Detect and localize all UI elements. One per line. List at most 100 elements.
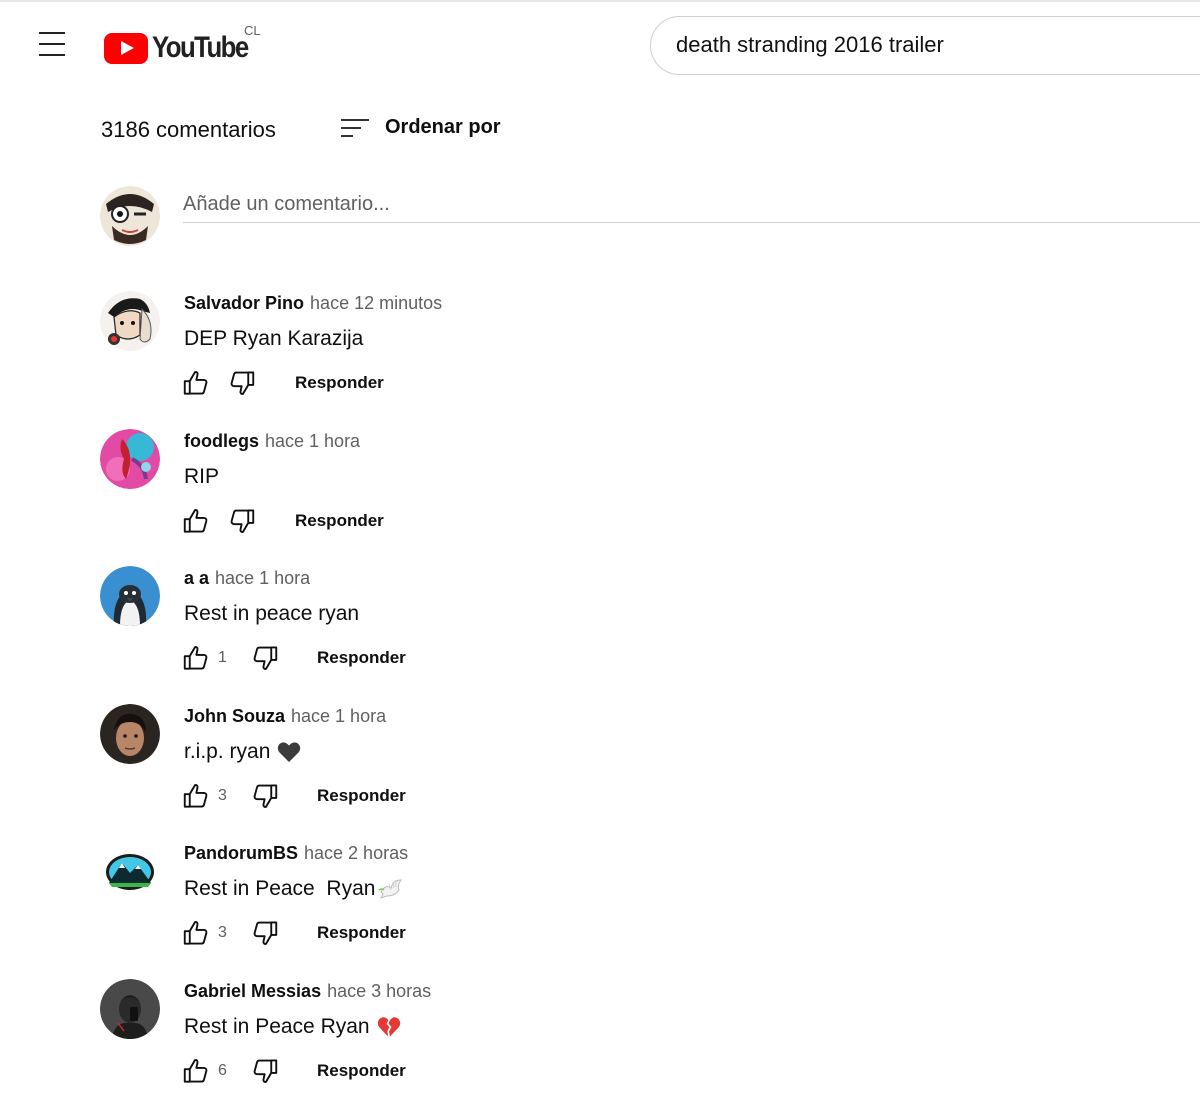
thumb-up-icon	[181, 781, 211, 811]
comment-author[interactable]: Salvador Pino	[184, 293, 304, 313]
comment-body: Rest in peace ryan	[184, 602, 360, 625]
comment-body: RIP	[184, 465, 220, 488]
like-button[interactable]	[180, 917, 212, 949]
dove-icon	[379, 879, 403, 899]
thumb-down-icon	[250, 918, 280, 948]
comment-time[interactable]: hace 1 hora	[215, 568, 310, 588]
comment-body: Rest in Peace Ryan	[184, 1015, 370, 1038]
like-button[interactable]	[180, 505, 212, 537]
thumb-up-icon	[181, 368, 211, 398]
add-comment-input[interactable]	[183, 187, 1200, 223]
comment-item: Gabriel Messias hace 3 horas Rest in Peac…	[100, 979, 1100, 1099]
sort-icon	[341, 117, 369, 139]
hamburger-menu-icon[interactable]	[36, 32, 68, 58]
comment-item: John Souza hace 1 hora r.i.p. ryan 3 Resp…	[100, 704, 1100, 824]
thumb-up-icon	[181, 1056, 211, 1086]
dislike-button[interactable]	[249, 917, 281, 949]
comment-text: r.i.p. ryan	[184, 740, 302, 764]
comment-actions: Responder	[180, 505, 384, 537]
dislike-button[interactable]	[226, 505, 258, 537]
user-avatar[interactable]	[100, 186, 160, 246]
comment-header: Salvador Pino hace 12 minutos	[184, 293, 442, 314]
comment-actions: 6 Responder	[180, 1055, 406, 1087]
commenter-avatar[interactable]	[100, 291, 160, 351]
comment-item: foodlegs hace 1 hora RIP Responder	[100, 429, 1100, 549]
comment-author[interactable]: a a	[184, 568, 209, 588]
comment-text: Rest in Peace Ryan	[184, 1015, 402, 1039]
search-input[interactable]	[676, 32, 1196, 58]
comment-text: Rest in Peace Ryan	[184, 877, 403, 901]
reply-button[interactable]: Responder	[295, 373, 384, 393]
comment-text: DEP Ryan Karazija	[184, 327, 363, 351]
comment-text: Rest in peace ryan	[184, 602, 359, 626]
commenter-avatar[interactable]	[100, 429, 160, 489]
like-button[interactable]	[180, 1055, 212, 1087]
like-button[interactable]	[180, 780, 212, 812]
like-button[interactable]	[180, 367, 212, 399]
comment-text: RIP	[184, 465, 219, 489]
thumb-up-icon	[181, 506, 211, 536]
logo-text: YouTube	[152, 31, 249, 64]
black-heart-icon	[278, 742, 301, 762]
comment-header: Gabriel Messias hace 3 horas	[184, 981, 431, 1002]
sort-label: Ordenar por	[385, 116, 501, 138]
comment-item: PandorumBS hace 2 horas Rest in Peace Rya…	[100, 841, 1100, 961]
dislike-button[interactable]	[249, 1055, 281, 1087]
comment-time[interactable]: hace 12 minutos	[310, 293, 442, 313]
thumb-up-icon	[181, 918, 211, 948]
like-count: 6	[218, 1062, 227, 1079]
comments-header: 3186 comentarios Ordenar por	[101, 116, 501, 143]
thumb-down-icon	[227, 368, 257, 398]
comment-author[interactable]: Gabriel Messias	[184, 981, 321, 1001]
country-code: CL	[244, 23, 261, 38]
comment-time[interactable]: hace 1 hora	[265, 431, 360, 451]
comment-author[interactable]: foodlegs	[184, 431, 259, 451]
comment-header: a a hace 1 hora	[184, 568, 310, 589]
youtube-play-icon	[104, 32, 148, 64]
sort-button[interactable]: Ordenar por	[341, 116, 501, 139]
thumb-down-icon	[250, 643, 280, 673]
comment-header: John Souza hace 1 hora	[184, 706, 386, 727]
thumb-up-icon	[181, 643, 211, 673]
comment-time[interactable]: hace 2 horas	[304, 843, 408, 863]
like-count: 1	[218, 649, 227, 666]
comment-item: a a hace 1 hora Rest in peace ryan 1 Resp…	[100, 566, 1100, 686]
thumb-down-icon	[250, 781, 280, 811]
comment-actions: Responder	[180, 367, 384, 399]
comment-time[interactable]: hace 1 hora	[291, 706, 386, 726]
thumb-down-icon	[227, 506, 257, 536]
comment-header: PandorumBS hace 2 horas	[184, 843, 408, 864]
commenter-avatar[interactable]	[100, 566, 160, 626]
like-count: 3	[218, 787, 227, 804]
comment-actions: 1 Responder	[180, 642, 406, 674]
comment-author[interactable]: PandorumBS	[184, 843, 298, 863]
commenter-avatar[interactable]	[100, 841, 160, 901]
search-box[interactable]	[650, 16, 1200, 75]
dislike-button[interactable]	[249, 642, 281, 674]
comment-time[interactable]: hace 3 horas	[327, 981, 431, 1001]
reply-button[interactable]: Responder	[295, 511, 384, 531]
comment-actions: 3 Responder	[180, 780, 406, 812]
comment-body: Rest in Peace Ryan	[184, 877, 376, 900]
reply-button[interactable]: Responder	[317, 786, 406, 806]
dislike-button[interactable]	[226, 367, 258, 399]
comment-header: foodlegs hace 1 hora	[184, 431, 360, 452]
broken-heart-icon	[377, 1017, 400, 1037]
like-button[interactable]	[180, 642, 212, 674]
comment-author[interactable]: John Souza	[184, 706, 285, 726]
commenter-avatar[interactable]	[100, 979, 160, 1039]
dislike-button[interactable]	[249, 780, 281, 812]
comment-item: Salvador Pino hace 12 minutos DEP Ryan Ka…	[100, 291, 1100, 411]
thumb-down-icon	[250, 1056, 280, 1086]
reply-button[interactable]: Responder	[317, 648, 406, 668]
reply-button[interactable]: Responder	[317, 923, 406, 943]
comment-count: 3186 comentarios	[101, 117, 276, 142]
youtube-logo[interactable]: YouTube	[104, 28, 263, 68]
comment-body: DEP Ryan Karazija	[184, 327, 364, 350]
like-count: 3	[218, 924, 227, 941]
commenter-avatar[interactable]	[100, 704, 160, 764]
reply-button[interactable]: Responder	[317, 1061, 406, 1081]
comment-actions: 3 Responder	[180, 917, 406, 949]
comment-body: r.i.p. ryan	[184, 740, 271, 763]
top-bar: YouTube CL	[0, 0, 1200, 86]
